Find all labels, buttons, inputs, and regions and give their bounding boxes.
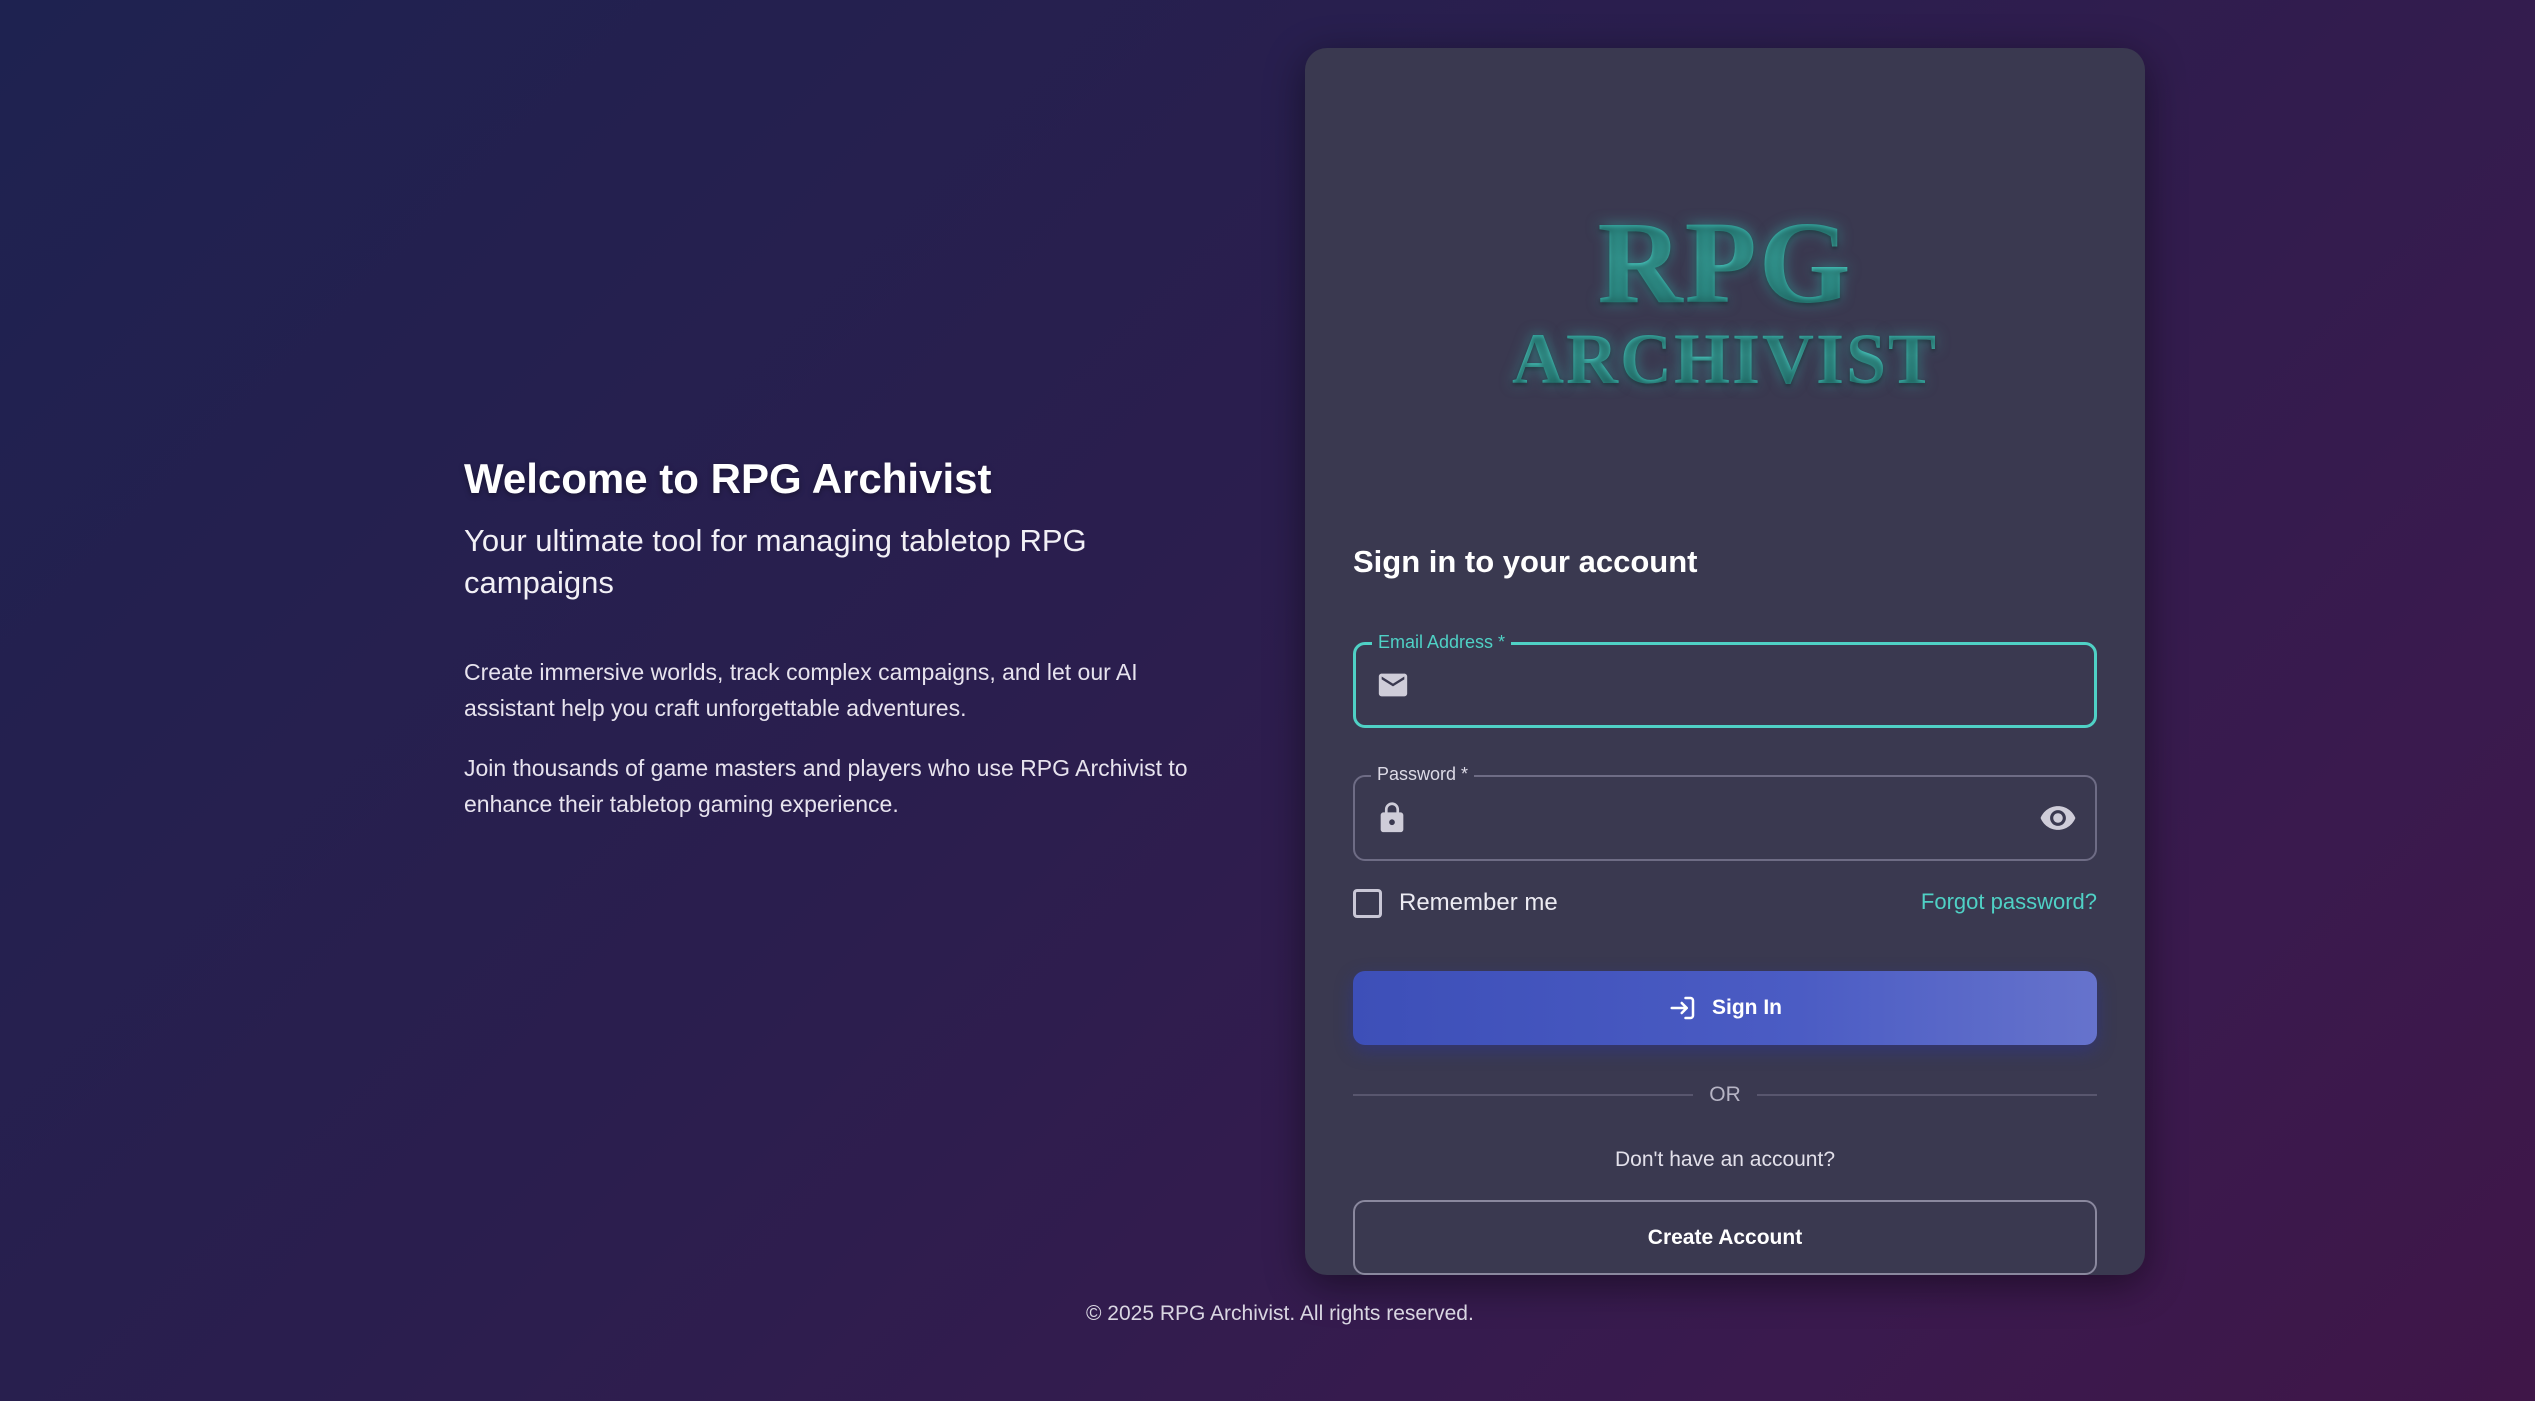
remember-me[interactable]: Remember me <box>1353 888 1558 918</box>
signin-title: Sign in to your account <box>1353 544 1698 579</box>
logo-line-1: RPG <box>1597 197 1853 328</box>
footer-copyright: © 2025 RPG Archivist. All rights reserve… <box>1086 1302 1474 1325</box>
no-account-text: Don't have an account? <box>1615 1148 1835 1171</box>
email-field[interactable]: Email Address * <box>1353 630 2097 728</box>
intro-paragraph-2: Join thousands of game masters and playe… <box>464 755 1188 817</box>
remember-checkbox[interactable] <box>1353 888 1382 918</box>
app-logo: RPG ARCHIVIST <box>1305 197 2145 397</box>
mail-icon <box>1378 673 1408 697</box>
create-account-button[interactable]: Create Account <box>1353 1200 2097 1275</box>
eye-icon[interactable] <box>2039 799 2077 837</box>
login-card: RPG ARCHIVIST Sign in to your account Em… <box>1305 48 2145 1275</box>
remember-label: Remember me <box>1399 889 1558 916</box>
intro-paragraph-1: Create immersive worlds, track complex c… <box>464 659 1138 721</box>
intro-title: Welcome to RPG Archivist <box>464 455 992 502</box>
sign-in-button[interactable]: Sign In <box>1353 971 2097 1045</box>
or-divider: OR <box>1353 1080 2097 1110</box>
login-icon <box>1670 996 1695 1020</box>
sign-in-label: Sign In <box>1712 996 1782 1019</box>
intro-section: Welcome to RPG Archivist Your ultimate t… <box>464 452 1204 822</box>
email-input[interactable] <box>1428 645 2028 725</box>
divider-line-right <box>1756 1094 2097 1096</box>
password-field[interactable]: Password * <box>1353 762 2097 861</box>
logo-line-2: ARCHIVIST <box>1305 322 2145 396</box>
lock-icon <box>1380 802 1404 833</box>
password-input[interactable] <box>1427 777 2027 859</box>
divider-line-left <box>1353 1094 1694 1096</box>
intro-subtitle: Your ultimate tool for managing tabletop… <box>464 523 1087 600</box>
divider-label: OR <box>1709 1083 1741 1106</box>
forgot-password-link[interactable]: Forgot password? <box>1921 889 2097 915</box>
